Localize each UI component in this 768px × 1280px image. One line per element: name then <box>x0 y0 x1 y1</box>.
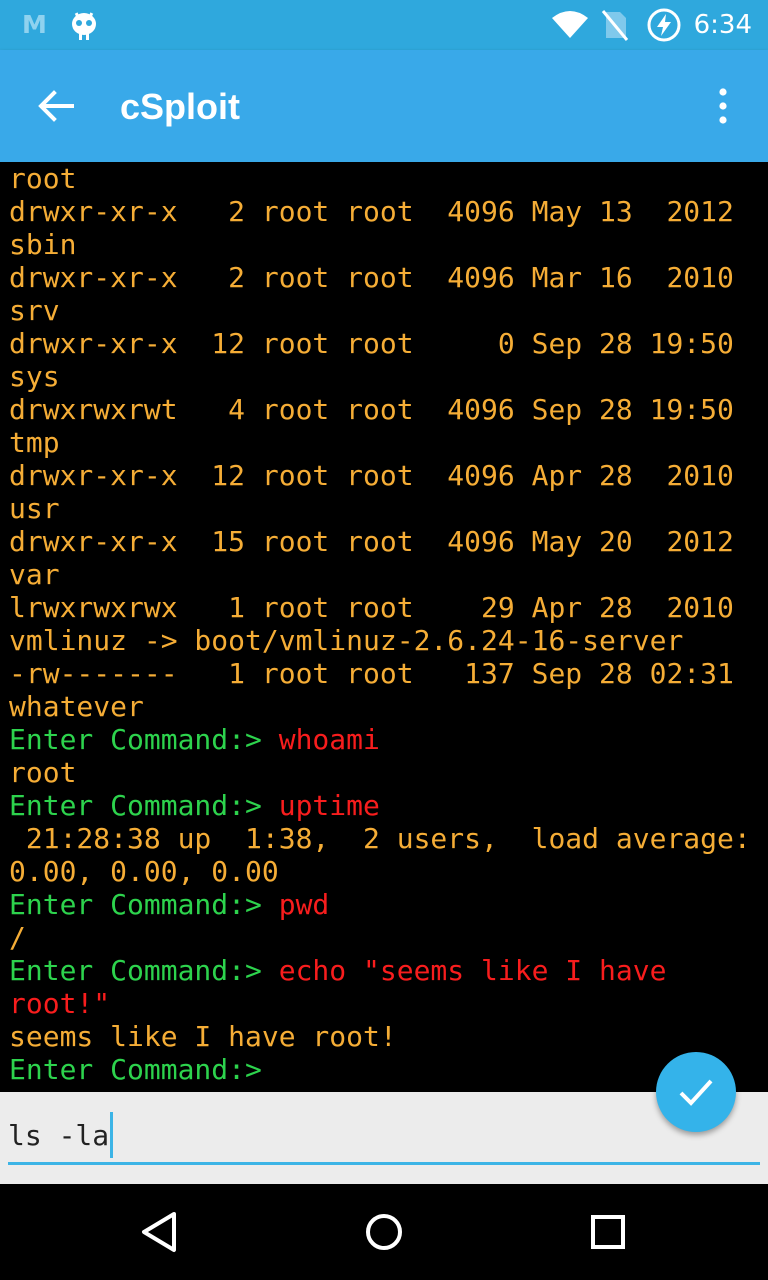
terminal-line: srv <box>9 294 60 327</box>
terminal-line: lrwxrwxrwx 1 root root 29 Apr 28 2010 <box>9 591 734 624</box>
wifi-icon <box>551 11 588 38</box>
terminal-line: root <box>9 756 76 789</box>
arrow-back-icon[interactable] <box>34 86 78 126</box>
prompt-text: Enter Command:> <box>9 723 279 756</box>
output-text: vmlinuz -> boot/vmlinuz-2.6.24-16-server <box>9 624 684 657</box>
check-icon <box>679 1079 713 1106</box>
output-text: / <box>9 921 26 954</box>
output-text: var <box>9 558 60 591</box>
nav-home-icon[interactable] <box>360 1208 408 1256</box>
terminal-line: 0.00, 0.00, 0.00 <box>9 855 279 888</box>
command-input[interactable]: ls -la <box>8 1110 760 1165</box>
terminal-line: drwxr-xr-x 2 root root 4096 May 13 2012 <box>9 195 734 228</box>
status-bar: M 6:34 <box>0 0 768 50</box>
command-input-bar: ls -la <box>0 1092 768 1184</box>
terminal-line: root <box>9 162 76 195</box>
output-text: whatever <box>9 690 144 723</box>
terminal-line: drwxrwxrwt 4 root root 4096 Sep 28 19:50 <box>9 393 734 426</box>
terminal-line: Enter Command:> pwd <box>9 888 329 921</box>
output-text: drwxr-xr-x 15 root root 4096 May 20 2012 <box>9 525 734 558</box>
navigation-bar <box>0 1184 768 1280</box>
terminal-line: seems like I have root! <box>9 1020 397 1053</box>
status-time: 6:34 <box>693 10 752 40</box>
terminal-line: / <box>9 921 26 954</box>
prompt-text: Enter Command:> <box>9 954 279 987</box>
terminal-line: var <box>9 558 60 591</box>
submit-command-button[interactable] <box>656 1052 736 1132</box>
output-text: 0.00, 0.00, 0.00 <box>9 855 279 888</box>
terminal-line: drwxr-xr-x 12 root root 4096 Apr 28 2010 <box>9 459 734 492</box>
prompt-text: Enter Command:> <box>9 1053 262 1086</box>
terminal-line: vmlinuz -> boot/vmlinuz-2.6.24-16-server <box>9 624 683 657</box>
output-text: root <box>9 756 77 789</box>
nav-recents-icon[interactable] <box>584 1208 632 1256</box>
output-text: drwxr-xr-x 2 root root 4096 May 13 2012 <box>9 195 734 228</box>
output-text: drwxrwxrwt 4 root root 4096 Sep 28 19:50 <box>9 393 734 426</box>
terminal-line: drwxr-xr-x 12 root root 0 Sep 28 19:50 <box>9 327 734 360</box>
battery-charging-icon <box>647 8 681 42</box>
output-text: usr <box>9 492 60 525</box>
output-text: drwxr-xr-x 2 root root 4096 Mar 16 2010 <box>9 261 734 294</box>
text-cursor <box>110 1112 113 1158</box>
output-text: srv <box>9 294 60 327</box>
output-text: seems like I have root! <box>9 1020 397 1053</box>
command-text: uptime <box>278 789 380 822</box>
terminal-line: Enter Command:> <box>9 1053 262 1086</box>
terminal-line: sbin <box>9 228 76 261</box>
terminal-line: drwxr-xr-x 2 root root 4096 Mar 16 2010 <box>9 261 734 294</box>
terminal-line: Enter Command:> whoami <box>9 723 380 756</box>
page-title: cSploit <box>120 86 241 127</box>
cyanogenmod-icon <box>72 12 96 40</box>
command-text: pwd <box>278 888 330 921</box>
output-text: drwxr-xr-x 12 root root 0 Sep 28 19:50 <box>9 327 734 360</box>
gmail-notification-icon: M <box>22 10 47 39</box>
no-sim-icon <box>601 10 628 41</box>
terminal-line: 21:28:38 up 1:38, 2 users, load average: <box>9 822 751 855</box>
output-text: drwxr-xr-x 12 root root 4096 Apr 28 2010 <box>9 459 734 492</box>
command-text: echo "seems like I have <box>278 954 667 987</box>
terminal-output: root drwxr-xr-x 2 root root 4096 May 13 2… <box>0 162 768 1092</box>
terminal-line: drwxr-xr-x 15 root root 4096 May 20 2012 <box>9 525 734 558</box>
output-text: 21:28:38 up 1:38, 2 users, load average: <box>9 822 751 855</box>
command-text: root!" <box>9 987 111 1020</box>
terminal-line: -rw------- 1 root root 137 Sep 28 02:31 <box>9 657 734 690</box>
output-text: lrwxrwxrwx 1 root root 29 Apr 28 2010 <box>9 591 734 624</box>
more-vert-icon[interactable] <box>706 86 740 126</box>
output-text: tmp <box>9 426 60 459</box>
terminal-line: sys <box>9 360 60 393</box>
output-text: sbin <box>9 228 77 261</box>
app-bar: cSploit <box>0 50 768 162</box>
terminal-line: whatever <box>9 690 144 723</box>
nav-back-icon[interactable] <box>136 1208 184 1256</box>
terminal-line: Enter Command:> uptime <box>9 789 380 822</box>
terminal-line: tmp <box>9 426 60 459</box>
prompt-text: Enter Command:> <box>9 888 279 921</box>
terminal-line: Enter Command:> echo "seems like I have <box>9 954 666 987</box>
terminal-line: usr <box>9 492 60 525</box>
terminal-line: root!" <box>9 987 110 1020</box>
output-text: -rw------- 1 root root 137 Sep 28 02:31 <box>9 657 734 690</box>
output-text: sys <box>9 360 60 393</box>
command-input-value: ls -la <box>8 1119 110 1152</box>
output-text: root <box>9 162 77 195</box>
command-text: whoami <box>278 723 380 756</box>
prompt-text: Enter Command:> <box>9 789 279 822</box>
